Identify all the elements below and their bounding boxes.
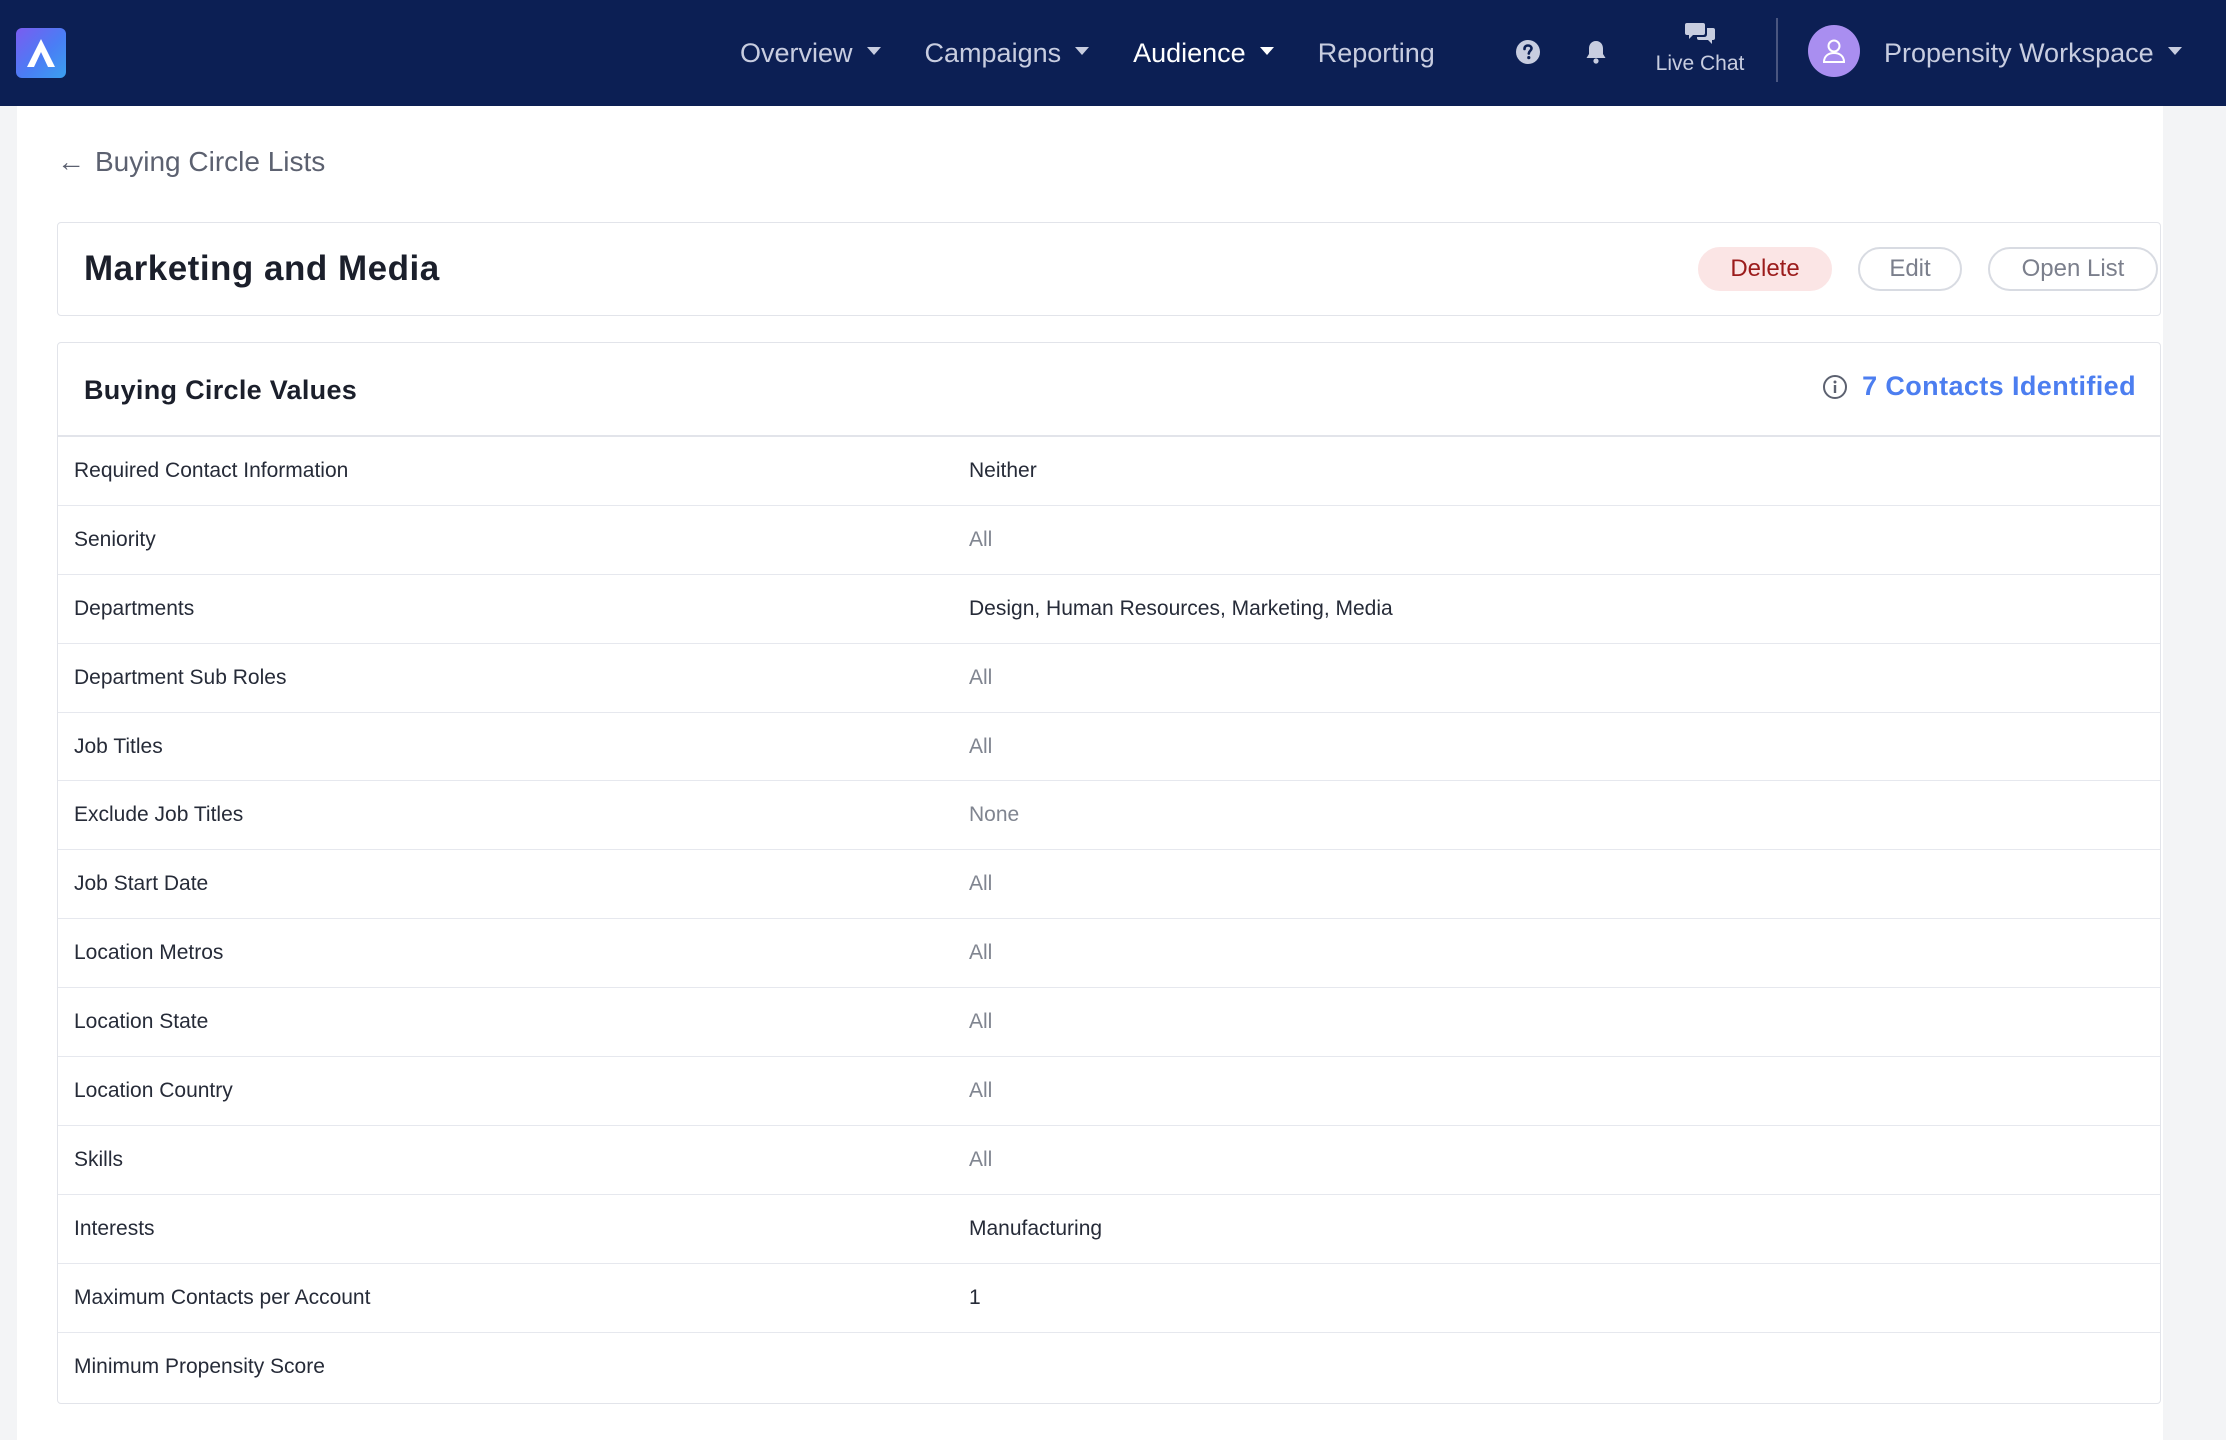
live-chat-button[interactable]: Live Chat xyxy=(1640,20,1760,84)
live-chat-label: Live Chat xyxy=(1655,52,1745,75)
chevron-down-icon xyxy=(2167,47,2182,55)
row-value: None xyxy=(969,803,1020,827)
row-value: 1 xyxy=(969,1285,981,1309)
chat-bubbles-icon xyxy=(1685,23,1715,44)
help-button[interactable] xyxy=(1512,36,1544,68)
table-row: Job Titles All xyxy=(58,713,2160,782)
table-row: Exclude Job Titles None xyxy=(58,781,2160,851)
row-value: Design, Human Resources, Marketing, Medi… xyxy=(969,596,1393,620)
row-value: All xyxy=(969,1010,993,1034)
row-value: All xyxy=(969,1147,993,1171)
notifications-button[interactable] xyxy=(1580,36,1612,68)
row-label: Maximum Contacts per Account xyxy=(74,1285,371,1309)
bell-icon xyxy=(1586,41,1606,64)
table-row: Skills All xyxy=(58,1126,2160,1195)
table-row: Minimum Propensity Score xyxy=(58,1333,2160,1402)
nav-audience[interactable]: Audience xyxy=(1133,38,1274,69)
row-label: Location Country xyxy=(74,1079,233,1103)
list-title-card: Marketing and Media Delete Edit Open Lis… xyxy=(57,222,2161,316)
nav-overview[interactable]: Overview xyxy=(740,38,881,69)
contacts-identified-link[interactable]: 7 Contacts Identified xyxy=(1822,371,2136,402)
nav-campaigns[interactable]: Campaigns xyxy=(925,38,1090,69)
chevron-down-icon xyxy=(1259,47,1274,55)
row-label: Seniority xyxy=(74,527,156,551)
row-value: All xyxy=(969,1079,993,1103)
edit-button[interactable]: Edit xyxy=(1858,247,1962,291)
table-row: Location Country All xyxy=(58,1057,2160,1126)
row-label: Exclude Job Titles xyxy=(74,803,244,827)
values-header: Buying Circle Values 7 Contacts Identifi… xyxy=(58,343,2160,437)
chevron-down-icon xyxy=(1075,47,1090,55)
row-value: Manufacturing xyxy=(969,1216,1103,1240)
table-row: Departments Design, Human Resources, Mark… xyxy=(58,575,2160,644)
table-row: Maximum Contacts per Account 1 xyxy=(58,1264,2160,1333)
row-label: Required Contact Information xyxy=(74,459,349,482)
table-row: Job Start Date All xyxy=(58,850,2160,920)
nav-audience-label: Audience xyxy=(1133,37,1246,68)
main-content: ← Buying Circle Lists Marketing and Medi… xyxy=(17,106,2163,1440)
row-value: All xyxy=(969,941,993,965)
user-icon xyxy=(1822,39,1846,63)
logo-mark-icon xyxy=(27,39,55,67)
row-value: All xyxy=(969,872,993,896)
nav-reporting-label: Reporting xyxy=(1317,37,1435,68)
avatar[interactable] xyxy=(1808,25,1860,77)
workspace-menu[interactable]: Propensity Workspace xyxy=(1884,0,2182,106)
nav-overview-label: Overview xyxy=(740,37,853,68)
info-icon xyxy=(1823,374,1848,399)
row-label: Location State xyxy=(74,1010,209,1034)
row-label: Job Start Date xyxy=(74,872,209,896)
delete-button[interactable]: Delete xyxy=(1698,247,1832,291)
question-circle-icon xyxy=(1516,40,1540,64)
table-row: Required Contact Information Neither xyxy=(58,437,2160,506)
row-label: Skills xyxy=(74,1147,124,1171)
buying-circle-values-card: Buying Circle Values 7 Contacts Identifi… xyxy=(57,342,2161,1404)
row-label: Departments xyxy=(74,596,195,620)
row-label: Interests xyxy=(74,1216,155,1240)
row-value: All xyxy=(969,527,993,551)
workspace-label: Propensity Workspace xyxy=(1884,37,2154,68)
back-link-label: Buying Circle Lists xyxy=(95,146,326,177)
table-row: Interests Manufacturing xyxy=(58,1195,2160,1264)
chevron-down-icon xyxy=(866,47,881,55)
main-nav: Overview Campaigns Audience Reporting xyxy=(740,0,1479,106)
table-row: Location Metros All xyxy=(58,919,2160,989)
table-row: Location State All xyxy=(58,988,2160,1058)
row-label: Job Titles xyxy=(74,734,163,758)
table-row: Seniority All xyxy=(58,506,2160,575)
contacts-identified-label: 7 Contacts Identified xyxy=(1862,371,2136,401)
row-value: Neither xyxy=(969,459,1037,482)
back-link[interactable]: ← Buying Circle Lists xyxy=(57,146,325,178)
row-value: All xyxy=(969,665,993,689)
values-table: Required Contact Information Neither Senio… xyxy=(58,437,2160,1401)
table-row: Department Sub Roles All xyxy=(58,644,2160,713)
nav-divider xyxy=(1776,18,1778,82)
row-value: All xyxy=(969,734,993,758)
row-label: Minimum Propensity Score xyxy=(74,1354,325,1378)
app-logo[interactable] xyxy=(16,28,66,78)
nav-reporting[interactable]: Reporting xyxy=(1318,38,1435,69)
section-title: Buying Circle Values xyxy=(84,375,358,405)
nav-campaigns-label: Campaigns xyxy=(924,37,1062,68)
row-label: Department Sub Roles xyxy=(74,665,287,689)
open-list-button[interactable]: Open List xyxy=(1988,247,2158,291)
arrow-left-icon: ← xyxy=(57,146,85,177)
row-label: Location Metros xyxy=(74,941,224,965)
page-title: Marketing and Media xyxy=(84,249,440,288)
top-navbar: Overview Campaigns Audience Reporting Li… xyxy=(0,0,2226,106)
